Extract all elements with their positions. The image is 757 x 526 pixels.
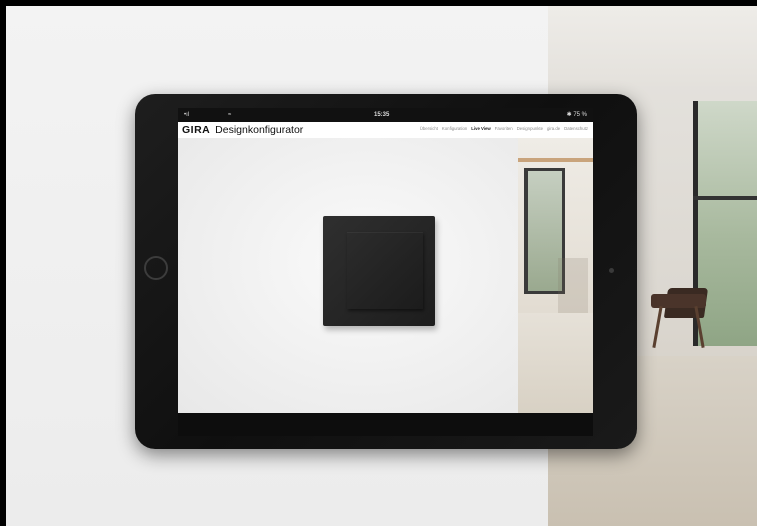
status-time: 15:35 (374, 112, 390, 118)
nav-item-konfiguration[interactable]: Konfiguration (442, 126, 467, 131)
wifi-icon: ≈ (228, 112, 232, 118)
signal-icon: •ıl (184, 112, 190, 118)
room-ceiling (548, 6, 757, 86)
front-camera (609, 268, 614, 273)
product-name: Designkonfigurator (215, 124, 304, 136)
preview-shadow (558, 258, 588, 318)
room-window-frame (693, 196, 757, 200)
brand-name: GIRA (182, 124, 211, 136)
live-view-stage (178, 138, 518, 413)
tablet-screen: •ıl ≈ 15:35 ✱ 75 % GIRA Designkonfigurat… (178, 108, 593, 436)
nav-item-gira-de[interactable]: gira.de (547, 126, 560, 131)
main-nav: Übersicht Konfiguration Live View Favori… (420, 126, 588, 131)
nav-item-datenschutz[interactable]: Datenschutz (564, 126, 588, 131)
home-button[interactable] (144, 256, 168, 280)
chair-leg (652, 306, 663, 348)
status-bar: •ıl ≈ 15:35 ✱ 75 % (178, 108, 593, 122)
tablet-device: •ıl ≈ 15:35 ✱ 75 % GIRA Designkonfigurat… (135, 94, 637, 449)
switch-frame[interactable] (323, 216, 435, 326)
app-header: GIRA Designkonfigurator Übersicht Konfig… (178, 122, 593, 138)
app-logo[interactable]: GIRA Designkonfigurator (182, 124, 303, 136)
switch-rocker[interactable] (347, 232, 423, 309)
nav-item-designpunkte[interactable]: Designpunkte (517, 126, 543, 131)
nav-item-live-view[interactable]: Live View (471, 126, 491, 131)
nav-item-uebersicht[interactable]: Übersicht (420, 126, 438, 131)
preview-floor (518, 313, 593, 413)
battery-icon: ✱ 75 % (566, 112, 587, 118)
nav-item-favoriten[interactable]: Favoriten (495, 126, 513, 131)
preview-beam (518, 158, 593, 162)
room-preview-image (518, 138, 593, 413)
screen-bottom-bar (178, 413, 593, 436)
